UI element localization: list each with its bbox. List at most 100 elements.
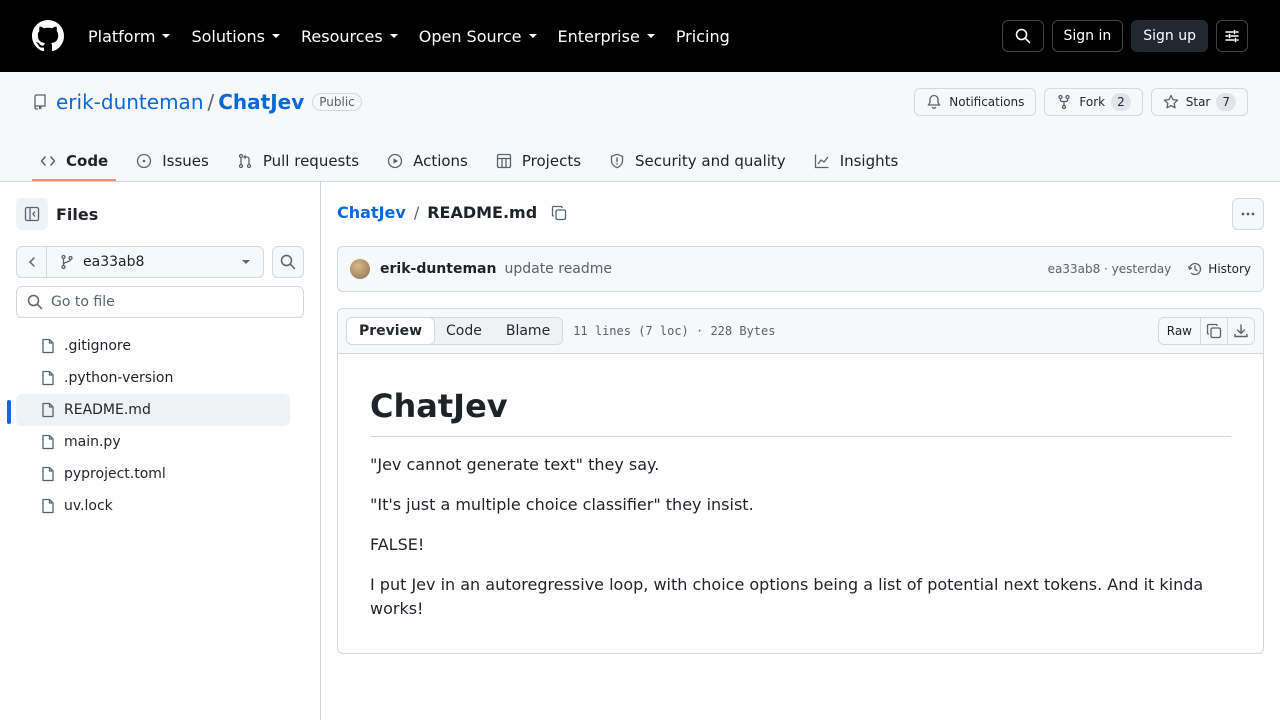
top-nav: Platform Solutions Resources Open Source… xyxy=(88,23,750,49)
file-name: README.md xyxy=(64,402,151,418)
sign-in-button[interactable]: Sign in xyxy=(1051,20,1124,52)
tab-label: Issues xyxy=(162,152,209,170)
notifications-label: Notifications xyxy=(949,95,1025,109)
repo-header: erik-dunteman / ChatJev Public Notificat… xyxy=(0,72,1280,182)
search-button[interactable] xyxy=(1001,20,1044,52)
sliders-icon xyxy=(1225,29,1239,43)
appearance-settings-button[interactable] xyxy=(1216,20,1248,52)
copy-path-button[interactable] xyxy=(551,205,567,221)
commit-author-link[interactable]: erik-dunteman xyxy=(380,261,496,277)
go-to-file-input[interactable] xyxy=(51,294,291,310)
files-title: Files xyxy=(56,204,99,224)
nav-platform[interactable]: Platform xyxy=(88,23,171,49)
graph-icon xyxy=(814,154,829,169)
avatar[interactable] xyxy=(350,259,370,279)
file-name: .python-version xyxy=(64,370,174,386)
collapse-sidebar-button[interactable] xyxy=(16,198,48,230)
search-files-button[interactable] xyxy=(272,246,304,278)
file-item-pyproject[interactable]: pyproject.toml xyxy=(16,458,290,490)
breadcrumb-file: README.md xyxy=(427,203,538,222)
chevron-down-icon xyxy=(242,260,250,264)
file-name: .gitignore xyxy=(64,338,131,354)
sidebar-collapse-icon xyxy=(24,206,40,222)
nav-enterprise[interactable]: Enterprise xyxy=(558,23,656,49)
download-icon xyxy=(1234,324,1248,338)
branch-row: ea33ab8 xyxy=(16,246,304,278)
nav-label: Pricing xyxy=(675,26,730,46)
more-options-button[interactable] xyxy=(1232,198,1264,230)
bell-icon xyxy=(927,94,941,109)
history-icon xyxy=(1188,262,1202,276)
notifications-button[interactable]: Notifications xyxy=(914,88,1037,116)
repo-name-link[interactable]: ChatJev xyxy=(218,90,304,114)
raw-button[interactable]: Raw xyxy=(1157,317,1201,345)
tab-preview[interactable]: Preview xyxy=(346,317,436,345)
tab-projects[interactable]: Projects xyxy=(488,142,589,180)
file-item-main-py[interactable]: main.py xyxy=(16,426,290,458)
sign-up-button[interactable]: Sign up xyxy=(1131,20,1208,52)
file-viewer: Preview Code Blame 11 lines (7 loc) · 22… xyxy=(337,308,1264,654)
copy-icon xyxy=(1206,323,1222,339)
nav-label: Platform xyxy=(88,26,156,46)
commit-message-link[interactable]: update readme xyxy=(504,261,612,277)
breadcrumb-separator: / xyxy=(413,203,420,222)
play-icon xyxy=(387,153,403,169)
chevron-down-icon xyxy=(272,34,280,38)
latest-commit: erik-dunteman update readme ea33ab8 · ye… xyxy=(337,246,1264,292)
chevron-down-icon xyxy=(646,34,655,38)
search-icon xyxy=(280,254,296,270)
nav-label: Enterprise xyxy=(557,26,640,46)
search-icon xyxy=(27,294,43,310)
tab-blame[interactable]: Blame xyxy=(494,318,562,344)
tab-issues[interactable]: Issues xyxy=(128,142,217,180)
files-header: Files xyxy=(16,198,98,230)
tab-label: Insights xyxy=(839,152,899,170)
tab-label: Code xyxy=(66,152,109,170)
copy-raw-button[interactable] xyxy=(1201,317,1228,345)
nav-pricing[interactable]: Pricing xyxy=(676,23,730,49)
tab-actions[interactable]: Actions xyxy=(379,142,476,180)
file-icon xyxy=(42,370,54,386)
tab-label: Projects xyxy=(521,152,582,170)
file-viewer-header: Preview Code Blame 11 lines (7 loc) · 22… xyxy=(338,309,1263,354)
history-label: History xyxy=(1208,262,1251,276)
history-button[interactable]: History xyxy=(1187,261,1251,277)
file-item-python-version[interactable]: .python-version xyxy=(16,362,290,394)
tab-code-view[interactable]: Code xyxy=(434,318,494,344)
repo-tabs: Code Issues Pull requests Actions Projec… xyxy=(32,142,918,182)
readme-paragraph: "It's just a multiple choice classifier"… xyxy=(370,495,754,514)
chevron-left-icon xyxy=(28,257,35,267)
pull-request-icon xyxy=(238,153,251,169)
breadcrumb-repo-link[interactable]: ChatJev xyxy=(337,203,406,222)
branch-select[interactable]: ea33ab8 xyxy=(47,254,263,270)
download-raw-button[interactable] xyxy=(1228,317,1255,345)
file-item-readme[interactable]: README.md xyxy=(7,394,290,426)
tab-pull-requests[interactable]: Pull requests xyxy=(229,142,367,180)
file-item-uv-lock[interactable]: uv.lock xyxy=(16,490,290,522)
nav-open-source[interactable]: Open Source xyxy=(419,23,538,49)
star-button[interactable]: Star 7 xyxy=(1150,88,1248,116)
file-list: .gitignore .python-version README.md mai… xyxy=(7,330,290,522)
visibility-badge: Public xyxy=(312,93,362,111)
file-meta: 11 lines (7 loc) · 228 Bytes xyxy=(573,324,776,338)
nav-resources[interactable]: Resources xyxy=(301,23,399,49)
tab-label: Pull requests xyxy=(262,152,360,170)
go-to-file-field[interactable] xyxy=(16,286,304,318)
tab-security[interactable]: Security and quality xyxy=(601,142,794,180)
nav-solutions[interactable]: Solutions xyxy=(191,23,281,49)
global-header: Platform Solutions Resources Open Source… xyxy=(0,0,1280,72)
tab-code[interactable]: Code xyxy=(32,142,117,181)
github-logo-icon[interactable] xyxy=(32,20,64,52)
repo-title: erik-dunteman / ChatJev Public xyxy=(32,90,362,114)
search-icon xyxy=(1015,28,1030,44)
file-item-gitignore[interactable]: .gitignore xyxy=(16,330,290,362)
back-button[interactable] xyxy=(17,247,47,277)
repo-owner-link[interactable]: erik-dunteman xyxy=(56,90,204,114)
commit-meta[interactable]: ea33ab8 · yesterday xyxy=(1048,262,1172,276)
file-icon xyxy=(42,498,54,514)
breadcrumb: ChatJev / README.md xyxy=(337,203,567,222)
nav-label: Resources xyxy=(301,26,383,46)
nav-label: Solutions xyxy=(191,26,265,46)
tab-insights[interactable]: Insights xyxy=(806,142,907,180)
fork-button[interactable]: Fork 2 xyxy=(1044,88,1143,116)
